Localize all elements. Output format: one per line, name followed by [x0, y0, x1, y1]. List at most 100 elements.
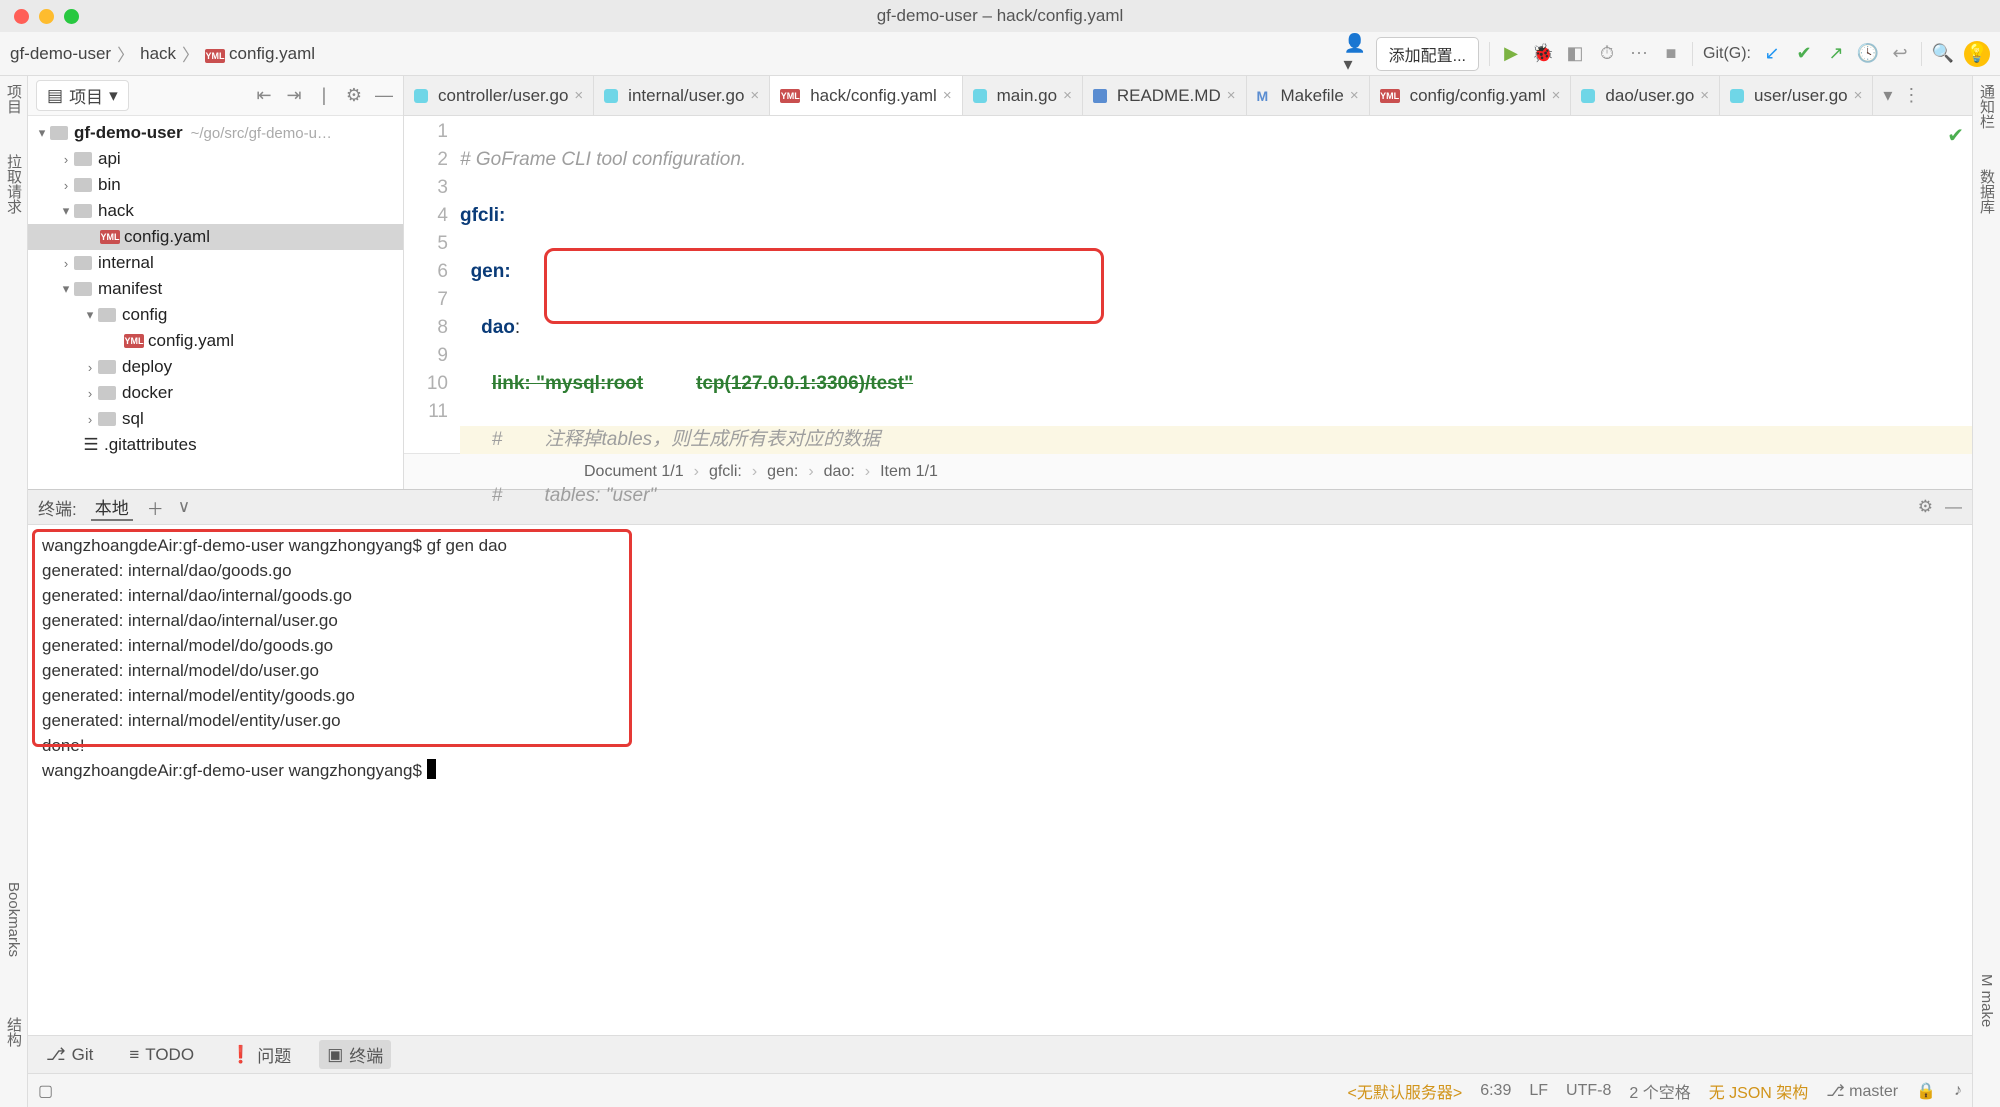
coverage-icon[interactable]: ◧: [1564, 43, 1586, 65]
minimize-window-icon[interactable]: [39, 9, 54, 24]
tool-issues[interactable]: ❗ 问题: [222, 1040, 299, 1069]
tree-root[interactable]: ▾gf-demo-user~/go/src/gf-demo-u…: [28, 120, 403, 146]
tree-item-docker[interactable]: ›docker: [28, 380, 403, 406]
status-server[interactable]: <无默认服务器>: [1348, 1079, 1463, 1103]
rail-struct[interactable]: 结构: [3, 1017, 24, 1047]
expand-right-icon[interactable]: ⇥: [283, 85, 305, 107]
inspection-ok-icon[interactable]: ✔: [1947, 122, 1964, 150]
lock-icon[interactable]: 🔒: [1916, 1081, 1936, 1101]
rail-database[interactable]: 数据库: [1976, 169, 1997, 214]
rail-make[interactable]: M make: [1978, 974, 1995, 1027]
tree-label: manifest: [98, 279, 162, 299]
rail-project[interactable]: 项目: [3, 84, 24, 114]
user-dropdown-icon[interactable]: 👤▾: [1344, 43, 1366, 65]
tree-item-hack[interactable]: ▾hack: [28, 198, 403, 224]
zoom-window-icon[interactable]: [64, 9, 79, 24]
rail-bookmarks[interactable]: Bookmarks: [5, 882, 22, 957]
folder-icon: [74, 282, 92, 296]
project-view-selector[interactable]: ▤ 项目 ▾: [36, 80, 129, 111]
git-update-icon[interactable]: ↙: [1761, 43, 1783, 65]
tree-item-config-folder[interactable]: ▾config: [28, 302, 403, 328]
line-gutter: 1234567891011: [404, 116, 460, 453]
tab-user-user[interactable]: user/user.go×: [1720, 76, 1873, 115]
terminal-body[interactable]: wangzhoangdeAir:gf-demo-user wangzhongya…: [28, 525, 1972, 1035]
close-icon[interactable]: ×: [1700, 87, 1709, 104]
code-line: gfcli:: [460, 205, 505, 226]
tab-config-config[interactable]: YMLconfig/config.yaml×: [1370, 76, 1572, 115]
hide-icon[interactable]: —: [373, 85, 395, 107]
debug-icon[interactable]: 🐞: [1532, 43, 1554, 65]
status-branch[interactable]: ⎇ master: [1826, 1081, 1898, 1101]
code-line: # 注释掉tables，则生成所有表对应的数据: [492, 429, 881, 450]
tree-item-sql[interactable]: ›sql: [28, 406, 403, 432]
gear-icon[interactable]: ⚙: [343, 85, 365, 107]
folder-icon: [98, 308, 116, 322]
close-icon[interactable]: ×: [750, 87, 759, 104]
tool-terminal[interactable]: ▣ 终端: [319, 1040, 391, 1069]
tree-item-config-yaml[interactable]: YMLconfig.yaml: [28, 224, 403, 250]
chevron-down-icon[interactable]: ∨: [178, 497, 190, 517]
rail-pullreq[interactable]: 拉取请求: [3, 154, 24, 214]
git-commit-icon[interactable]: ✔: [1793, 43, 1815, 65]
status-lineend[interactable]: LF: [1529, 1082, 1548, 1100]
close-icon[interactable]: ×: [1227, 87, 1236, 104]
status-left-icon[interactable]: ▢: [38, 1081, 53, 1101]
tree-item-api[interactable]: ›api: [28, 146, 403, 172]
close-icon[interactable]: ×: [1854, 87, 1863, 104]
tab-readme[interactable]: README.MD×: [1083, 76, 1247, 115]
code-editor[interactable]: 1234567891011 # GoFrame CLI tool configu…: [404, 116, 1972, 453]
tab-controller-user[interactable]: controller/user.go×: [404, 76, 594, 115]
window-title: gf-demo-user – hack/config.yaml: [877, 6, 1124, 26]
status-cursor[interactable]: 6:39: [1480, 1082, 1511, 1100]
crumb-file[interactable]: YMLconfig.yaml: [205, 44, 315, 64]
run-icon[interactable]: ▶: [1500, 43, 1522, 65]
add-config-button[interactable]: 添加配置...: [1376, 37, 1479, 71]
tree-item-internal[interactable]: ›internal: [28, 250, 403, 276]
tree-item-config-yaml2[interactable]: YMLconfig.yaml: [28, 328, 403, 354]
close-icon[interactable]: ×: [1552, 87, 1561, 104]
stop-icon[interactable]: ■: [1660, 43, 1682, 65]
terminal-tab[interactable]: 本地: [91, 494, 133, 521]
tab-main[interactable]: main.go×: [963, 76, 1083, 115]
status-encoding[interactable]: UTF-8: [1566, 1082, 1611, 1100]
close-icon[interactable]: ×: [943, 87, 952, 104]
tool-todo[interactable]: ≡ TODO: [121, 1043, 202, 1067]
tree-item-manifest[interactable]: ▾manifest: [28, 276, 403, 302]
code-body[interactable]: # GoFrame CLI tool configuration. gfcli:…: [460, 116, 1972, 453]
crumb-folder[interactable]: hack: [140, 44, 176, 64]
more-run-icon[interactable]: ⋯: [1628, 43, 1650, 65]
status-more-icon[interactable]: ♪: [1954, 1082, 1962, 1100]
git-revert-icon[interactable]: ↩: [1889, 43, 1911, 65]
search-icon[interactable]: 🔍: [1932, 43, 1954, 65]
terminal-new-icon[interactable]: ＋: [147, 495, 164, 520]
close-icon[interactable]: ×: [1350, 87, 1359, 104]
status-bar: ▢ <无默认服务器> 6:39 LF UTF-8 2 个空格 无 JSON 架构…: [28, 1073, 1972, 1107]
tree-item-bin[interactable]: ›bin: [28, 172, 403, 198]
tree-label: config.yaml: [148, 331, 234, 351]
tab-makefile[interactable]: MMakefile×: [1247, 76, 1370, 115]
right-tool-rail: 通知栏 数据库 M make: [1972, 76, 2000, 1107]
close-window-icon[interactable]: [14, 9, 29, 24]
tool-label: TODO: [145, 1045, 194, 1065]
git-history-icon[interactable]: 🕓: [1857, 43, 1879, 65]
close-icon[interactable]: ×: [574, 87, 583, 104]
tree-item-deploy[interactable]: ›deploy: [28, 354, 403, 380]
git-push-icon[interactable]: ↗: [1825, 43, 1847, 65]
folder-icon: [74, 152, 92, 166]
status-indent[interactable]: 2 个空格: [1629, 1079, 1690, 1103]
profile-icon[interactable]: ⏱: [1596, 43, 1618, 65]
file-tree[interactable]: ▾gf-demo-user~/go/src/gf-demo-u… ›api ›b…: [28, 116, 403, 489]
tabs-overflow-icon[interactable]: ▾: [1883, 85, 1892, 106]
crumb-root[interactable]: gf-demo-user: [10, 44, 111, 64]
tab-hack-config[interactable]: YMLhack/config.yaml×: [770, 76, 962, 115]
rail-notifications[interactable]: 通知栏: [1976, 84, 1997, 129]
collapse-left-icon[interactable]: ⇤: [253, 85, 275, 107]
status-schema[interactable]: 无 JSON 架构: [1709, 1079, 1809, 1103]
ide-tips-icon[interactable]: 💡: [1964, 41, 1990, 67]
tool-git[interactable]: ⎇ Git: [38, 1043, 101, 1067]
tab-internal-user[interactable]: internal/user.go×: [594, 76, 770, 115]
tree-item-gitattributes[interactable]: ☰.gitattributes: [28, 432, 403, 458]
close-icon[interactable]: ×: [1063, 87, 1072, 104]
tabs-more-icon[interactable]: ⋮: [1902, 85, 1920, 106]
tab-dao-user[interactable]: dao/user.go×: [1571, 76, 1720, 115]
